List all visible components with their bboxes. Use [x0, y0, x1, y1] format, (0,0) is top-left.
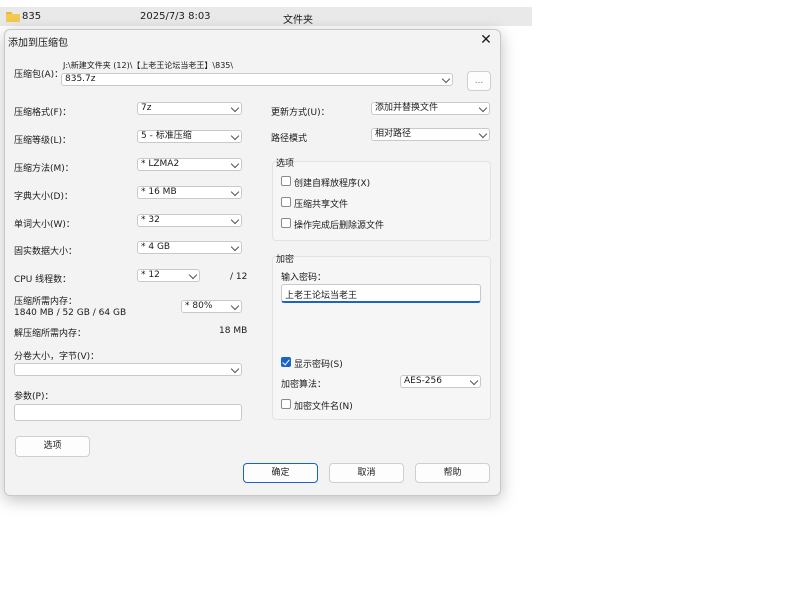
method-select[interactable]: * LZMA2: [137, 158, 242, 171]
chevron-down-icon: [230, 159, 240, 169]
archive-label: 压缩包(A)：: [14, 70, 64, 80]
pathmode-select[interactable]: 相对路径: [371, 128, 490, 141]
encryption-method-label: 加密算法：: [281, 380, 327, 390]
file-name: 835: [22, 11, 42, 22]
params-label: 参数(P)：: [14, 392, 54, 402]
folder-icon: [6, 12, 20, 22]
archive-name-combo[interactable]: 835.7z: [61, 73, 453, 86]
close-icon: ✕: [480, 32, 492, 48]
chevron-down-icon: [230, 364, 240, 374]
show-password-label: 显示密码(S): [294, 360, 343, 370]
memory-label: 压缩所需内存：: [14, 297, 78, 307]
level-select[interactable]: 5 - 标准压缩: [137, 130, 242, 143]
chevron-down-icon: [469, 376, 479, 386]
chevron-down-icon: [230, 301, 240, 311]
file-type: 文件夹: [283, 15, 313, 26]
dict-select[interactable]: * 16 MB: [137, 186, 242, 199]
split-label: 分卷大小，字节(V)：: [14, 352, 100, 362]
format-select[interactable]: 7z: [137, 102, 242, 115]
delete-label: 操作完成后删除源文件: [294, 221, 385, 231]
close-button[interactable]: ✕: [475, 31, 497, 49]
update-select[interactable]: 添加并替换文件: [371, 102, 490, 115]
format-value: 7z: [141, 103, 152, 113]
options-button[interactable]: 选项: [15, 436, 90, 457]
sfx-label: 创建自释放程序(X): [294, 179, 371, 189]
archive-name-value: 835.7z: [65, 74, 96, 84]
options-group-title: 选项: [276, 159, 295, 169]
archive-path: J:\新建文件夹 (12)\【上老王论坛当老王】\835\: [63, 61, 234, 70]
solid-value: * 4 GB: [141, 242, 171, 252]
file-list-row[interactable]: 835 2025/7/3 8:03 文件夹: [0, 7, 532, 26]
chevron-down-icon: [441, 74, 451, 84]
file-date: 2025/7/3 8:03: [140, 11, 211, 22]
chevron-down-icon: [478, 103, 488, 113]
chevron-down-icon: [478, 129, 488, 139]
shared-checkbox[interactable]: [281, 197, 291, 207]
word-label: 单词大小(W)：: [14, 220, 75, 230]
threads-select[interactable]: * 12: [137, 269, 200, 282]
browse-button[interactable]: ...: [467, 71, 491, 91]
memory-detail: 1840 MB / 52 GB / 64 GB: [14, 308, 127, 318]
pathmode-value: 相对路径: [375, 129, 412, 139]
chevron-down-icon: [230, 187, 240, 197]
decomp-memory-value: 18 MB: [219, 326, 248, 336]
help-button[interactable]: 帮助: [415, 463, 490, 483]
format-label: 压缩格式(F)：: [14, 108, 72, 118]
password-value: 上老王论坛当老王: [285, 291, 358, 301]
encryption-method-value: AES-256: [404, 376, 442, 386]
password-input[interactable]: 上老王论坛当老王: [281, 284, 481, 303]
ok-button[interactable]: 确定: [243, 463, 318, 483]
threads-total: / 12: [230, 272, 248, 282]
update-label: 更新方式(U)：: [271, 108, 330, 118]
decomp-memory-label: 解压缩所需内存：: [14, 329, 87, 339]
chevron-down-icon: [230, 215, 240, 225]
dict-label: 字典大小(D)：: [14, 192, 73, 202]
memory-value: * 80%: [185, 301, 213, 311]
split-select[interactable]: [14, 363, 242, 376]
password-label: 输入密码：: [281, 273, 327, 283]
encrypt-names-checkbox[interactable]: [281, 399, 291, 409]
show-password-checkbox[interactable]: [281, 357, 291, 367]
chevron-down-icon: [230, 242, 240, 252]
threads-label: CPU 线程数：: [14, 275, 72, 285]
word-value: * 32: [141, 215, 160, 225]
threads-value: * 12: [141, 270, 160, 280]
level-value: 5 - 标准压缩: [141, 131, 192, 141]
encrypt-names-label: 加密文件名(N): [294, 402, 353, 412]
pathmode-label: 路径模式: [271, 134, 308, 144]
solid-label: 固实数据大小：: [14, 247, 78, 257]
add-to-archive-dialog: 添加到压缩包 ✕ 压缩包(A)： J:\新建文件夹 (12)\【上老王论坛当老王…: [4, 29, 501, 496]
chevron-down-icon: [188, 270, 198, 280]
params-input[interactable]: [14, 404, 242, 421]
title-bar[interactable]: 添加到压缩包 ✕: [5, 30, 500, 50]
word-select[interactable]: * 32: [137, 214, 242, 227]
encryption-method-select[interactable]: AES-256: [400, 375, 481, 388]
cancel-button[interactable]: 取消: [329, 463, 404, 483]
update-value: 添加并替换文件: [375, 103, 439, 113]
level-label: 压缩等级(L)：: [14, 136, 72, 146]
chevron-down-icon: [230, 103, 240, 113]
encryption-group-title: 加密: [276, 255, 295, 265]
delete-checkbox[interactable]: [281, 218, 291, 228]
sfx-checkbox[interactable]: [281, 176, 291, 186]
dialog-title: 添加到压缩包: [8, 38, 68, 49]
chevron-down-icon: [230, 131, 240, 141]
params-value: [15, 405, 18, 415]
solid-select[interactable]: * 4 GB: [137, 241, 242, 254]
memory-select[interactable]: * 80%: [181, 300, 242, 313]
method-value: * LZMA2: [141, 159, 180, 169]
method-label: 压缩方法(M)：: [14, 164, 74, 174]
dict-value: * 16 MB: [141, 187, 177, 197]
shared-label: 压缩共享文件: [294, 200, 349, 210]
